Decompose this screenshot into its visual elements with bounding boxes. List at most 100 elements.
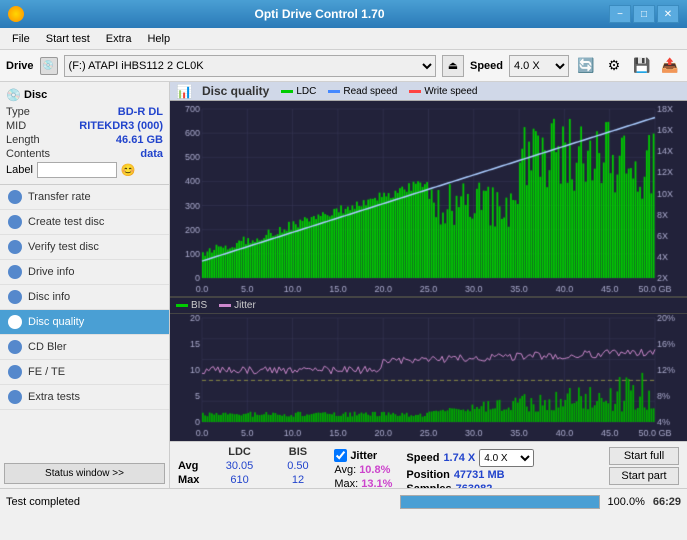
fe-te-icon [8,365,22,379]
sidebar-item-label: Extra tests [28,391,80,403]
label-icon[interactable]: 😊 [121,163,136,177]
create-test-icon [8,215,22,229]
verify-test-icon [8,240,22,254]
disc-panel: 💿 Disc Type BD-R DL MID RITEKDR3 (000) L… [0,82,169,185]
settings-icon[interactable]: ⚙ [603,55,625,77]
start-part-button[interactable]: Start part [609,467,679,485]
legend-read-speed: Read speed [328,86,397,97]
sidebar-item-label: CD Bler [28,341,67,353]
close-button[interactable]: ✕ [657,5,679,23]
chart-title: Disc quality [202,84,269,98]
bottom-chart: BIS Jitter [170,296,687,441]
legend-read-speed-label: Read speed [343,86,397,97]
drive-info-icon [8,265,22,279]
jitter-label: Jitter [350,450,377,462]
avg-label: Avg [174,459,207,473]
disc-quality-icon [8,315,22,329]
eject-icon[interactable]: ⏏ [442,55,464,77]
position-value: 47731 MB [454,469,505,481]
position-label: Position [406,469,449,481]
sidebar-item-label: Verify test disc [28,241,99,253]
samples-value: 763082 [456,483,493,488]
sidebar-item-label: Create test disc [28,216,104,228]
disc-panel-title: Disc [24,89,47,101]
max-ldc: 610 [207,473,271,487]
legend-bis: BIS [176,300,207,311]
sidebar-item-drive-info[interactable]: Drive info [0,260,169,285]
legend-bis-color [176,304,188,307]
legend-read-speed-color [328,90,340,93]
stats-table: LDC BIS Avg 30.05 0.50 Max 610 12 Tota [174,445,324,488]
status-window-button[interactable]: Status window >> [4,463,165,484]
action-buttons: Start full Start part [605,445,683,487]
menu-help[interactable]: Help [139,31,178,47]
length-label: Length [6,134,40,146]
start-full-button[interactable]: Start full [609,447,679,465]
speed-label: Speed [406,452,439,464]
sidebar-item-extra-tests[interactable]: Extra tests [0,385,169,410]
avg-ldc: 30.05 [207,459,271,473]
sidebar-item-label: FE / TE [28,366,65,378]
contents-value: data [140,148,163,160]
sidebar: 💿 Disc Type BD-R DL MID RITEKDR3 (000) L… [0,82,170,488]
app-icon [8,6,24,22]
top-chart-canvas [170,101,687,296]
sidebar-item-verify-test[interactable]: Verify test disc [0,235,169,260]
window-title: Opti Drive Control 1.70 [30,7,609,21]
mid-value: RITEKDR3 (000) [79,120,163,132]
sidebar-item-label: Transfer rate [28,191,91,203]
cd-bler-icon [8,340,22,354]
minimize-button[interactable]: − [609,5,631,23]
sidebar-item-cd-bler[interactable]: CD Bler [0,335,169,360]
legend-write-speed: Write speed [409,86,477,97]
label-input[interactable] [37,162,117,178]
sidebar-item-create-test[interactable]: Create test disc [0,210,169,235]
speed-select-stat[interactable]: 4.0 X [479,449,534,467]
legend-bis-label: BIS [191,300,207,311]
sidebar-item-label: Disc quality [28,316,84,328]
sidebar-item-label: Disc info [28,291,70,303]
legend-ldc-color [281,90,293,93]
jitter-max-label: Max: [334,478,361,488]
max-bis: 12 [272,473,325,487]
refresh-icon[interactable]: 🔄 [575,55,597,77]
progress-bar-fill [401,496,599,508]
transfer-rate-icon [8,190,22,204]
menu-bar: File Start test Extra Help [0,28,687,50]
time-display: 66:29 [653,496,681,508]
main-content: 💿 Disc Type BD-R DL MID RITEKDR3 (000) L… [0,82,687,488]
contents-label: Contents [6,148,50,160]
status-text: Test completed [6,496,392,508]
export-icon[interactable]: 📤 [659,55,681,77]
drive-bar: Drive 💿 (F:) ATAPI iHBS112 2 CL0K ⏏ Spee… [0,50,687,82]
save-icon[interactable]: 💾 [631,55,653,77]
legend-ldc-label: LDC [296,86,316,97]
avg-bis: 0.50 [272,459,325,473]
jitter-avg-label: Avg: [334,464,359,476]
sidebar-item-fe-te[interactable]: FE / TE [0,360,169,385]
chart-header-icon: 📊 [176,84,190,98]
title-bar: Opti Drive Control 1.70 − □ ✕ [0,0,687,28]
legend-ldc: LDC [281,86,316,97]
legend-jitter-label: Jitter [234,300,256,311]
jitter-max: 13.1% [361,478,392,488]
speed-value: 1.74 X [443,452,475,464]
drive-icon: 💿 [40,57,58,75]
maximize-button[interactable]: □ [633,5,655,23]
stats-panel: LDC BIS Avg 30.05 0.50 Max 610 12 Tota [170,441,687,488]
sidebar-item-transfer-rate[interactable]: Transfer rate [0,185,169,210]
sidebar-item-label: Drive info [28,266,74,278]
jitter-checkbox[interactable] [334,449,347,462]
menu-extra[interactable]: Extra [98,31,140,47]
speed-select[interactable]: 4.0 X [509,55,569,77]
chart-header: 📊 Disc quality LDC Read speed Write spee… [170,82,687,101]
menu-start-test[interactable]: Start test [38,31,98,47]
status-bar: Test completed 100.0% 66:29 [0,488,687,514]
sidebar-item-disc-info[interactable]: Disc info [0,285,169,310]
drive-select[interactable]: (F:) ATAPI iHBS112 2 CL0K [64,55,436,77]
sidebar-item-disc-quality[interactable]: Disc quality [0,310,169,335]
stats-ldc-header: LDC [207,445,271,459]
legend-jitter-color [219,304,231,307]
progress-bar [400,495,600,509]
menu-file[interactable]: File [4,31,38,47]
